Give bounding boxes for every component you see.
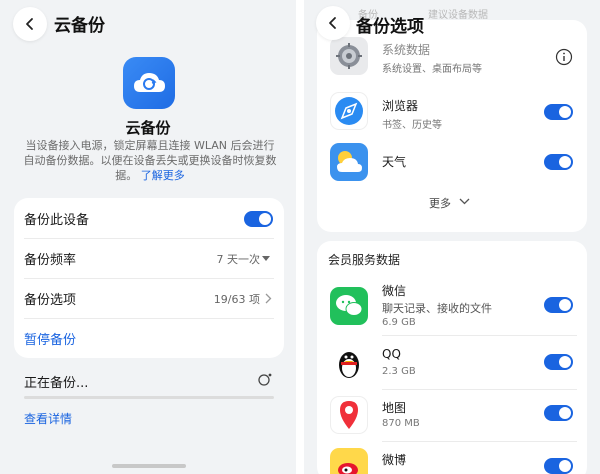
item-subtitle: 书签、历史等 [382, 120, 442, 131]
weather-toggle[interactable] [544, 154, 573, 170]
back-button[interactable] [316, 6, 350, 40]
chevron-right-icon [265, 293, 272, 304]
browser-toggle[interactable] [544, 104, 573, 120]
chevron-left-icon [26, 18, 33, 30]
backup-options-row[interactable]: 备份选项 19/63 项 [14, 279, 284, 318]
back-button[interactable] [13, 7, 47, 41]
list-item-browser: 浏览器 书签、历史等 [317, 86, 587, 138]
list-item-qq: QQ 2.3 GB [317, 339, 587, 391]
backup-device-label: 备份此设备 [24, 212, 90, 228]
chevron-down-icon [459, 198, 470, 205]
item-title: 地图 [382, 401, 407, 415]
weibo-icon [330, 448, 368, 474]
more-label: 更多 [429, 197, 451, 210]
maps-toggle[interactable] [544, 405, 573, 421]
item-title: QQ [382, 347, 401, 361]
header-bar: 备份选项 [304, 0, 600, 42]
item-title: 浏览器 [382, 99, 419, 113]
view-details-link[interactable]: 查看详情 [24, 410, 72, 427]
backup-options-screen: 备份 建议设备数据 系统数据 系统设置、桌面布局等 浏览器 书签、历史等 天气 … [304, 0, 600, 474]
divider [382, 441, 577, 442]
backup-frequency-label: 备份频率 [24, 253, 77, 268]
cloud-backup-screen: 云备份 云备份 当设备接入电源，锁定屏幕且连接 WLAN 后会进行自动备份数据。… [0, 0, 296, 474]
item-title: 系统数据 [382, 43, 431, 57]
pause-backup-row[interactable]: 暂停备份 [14, 319, 284, 358]
backup-device-toggle[interactable] [244, 211, 273, 227]
settings-gear-icon [330, 37, 368, 75]
pause-backup-button[interactable]: 暂停备份 [24, 329, 76, 348]
qq-penguin-icon [330, 345, 368, 383]
page-title: 云备份 [54, 16, 105, 36]
home-indicator [112, 464, 186, 468]
qq-toggle[interactable] [544, 354, 573, 370]
backup-options-label: 备份选项 [24, 293, 77, 308]
cloud-backup-logo-icon [123, 57, 175, 109]
list-item-wechat: 微信 聊天记录、接收的文件 6.9 GB [317, 279, 587, 331]
item-subtitle: 系统设置、桌面布局等 [382, 64, 482, 75]
chevron-left-icon [329, 17, 336, 29]
item-size: 6.9 GB [382, 317, 416, 328]
browser-compass-icon [330, 92, 368, 130]
section-title: 会员服务数据 [328, 253, 401, 267]
backup-description: 当设备接入电源，锁定屏幕且连接 WLAN 后会进行自动备份数据。以便在设备丢失或… [22, 138, 278, 183]
weather-sun-cloud-icon [330, 143, 368, 181]
list-item-maps: 地图 870 MB [317, 393, 587, 445]
item-size: 2.3 GB [382, 366, 416, 377]
backup-options-value: 19/63 项 [213, 292, 260, 306]
list-item-weibo: 微博 [317, 445, 587, 474]
info-icon[interactable] [555, 48, 573, 70]
divider [382, 335, 577, 336]
map-pin-icon [330, 396, 368, 434]
item-title: 微博 [382, 453, 407, 467]
divider [382, 389, 577, 390]
wechat-icon [330, 287, 368, 325]
wechat-toggle[interactable] [544, 297, 573, 313]
item-subtitle: 聊天记录、接收的文件 [382, 302, 492, 315]
member-services-card: 会员服务数据 微信 聊天记录、接收的文件 6.9 GB QQ 2.3 GB 地图 [317, 241, 587, 474]
backup-status-label: 正在备份... [24, 376, 89, 391]
item-size: 870 MB [382, 418, 420, 429]
page-title: 备份选项 [356, 17, 424, 37]
caret-down-icon [262, 256, 270, 261]
weibo-toggle[interactable] [544, 458, 573, 474]
more-button[interactable]: 更多 [429, 195, 470, 211]
app-name: 云备份 [125, 119, 171, 137]
learn-more-link[interactable]: 了解更多 [141, 169, 185, 182]
backup-settings-card: 备份此设备 备份频率 7 天一次 备份选项 19/63 项 暂停备份 [14, 198, 284, 358]
item-title: 天气 [382, 155, 407, 169]
app-data-card: 系统数据 系统设置、桌面布局等 浏览器 书签、历史等 天气 更多 [317, 20, 587, 232]
item-title: 微信 [382, 284, 407, 298]
backup-progress-bar [24, 396, 274, 399]
backup-frequency-row[interactable]: 备份频率 7 天一次 [14, 239, 284, 278]
backup-device-row: 备份此设备 [14, 198, 284, 238]
list-item-weather: 天气 [317, 140, 587, 192]
backup-frequency-value: 7 天一次 [216, 252, 261, 266]
spinner-icon [257, 371, 273, 391]
